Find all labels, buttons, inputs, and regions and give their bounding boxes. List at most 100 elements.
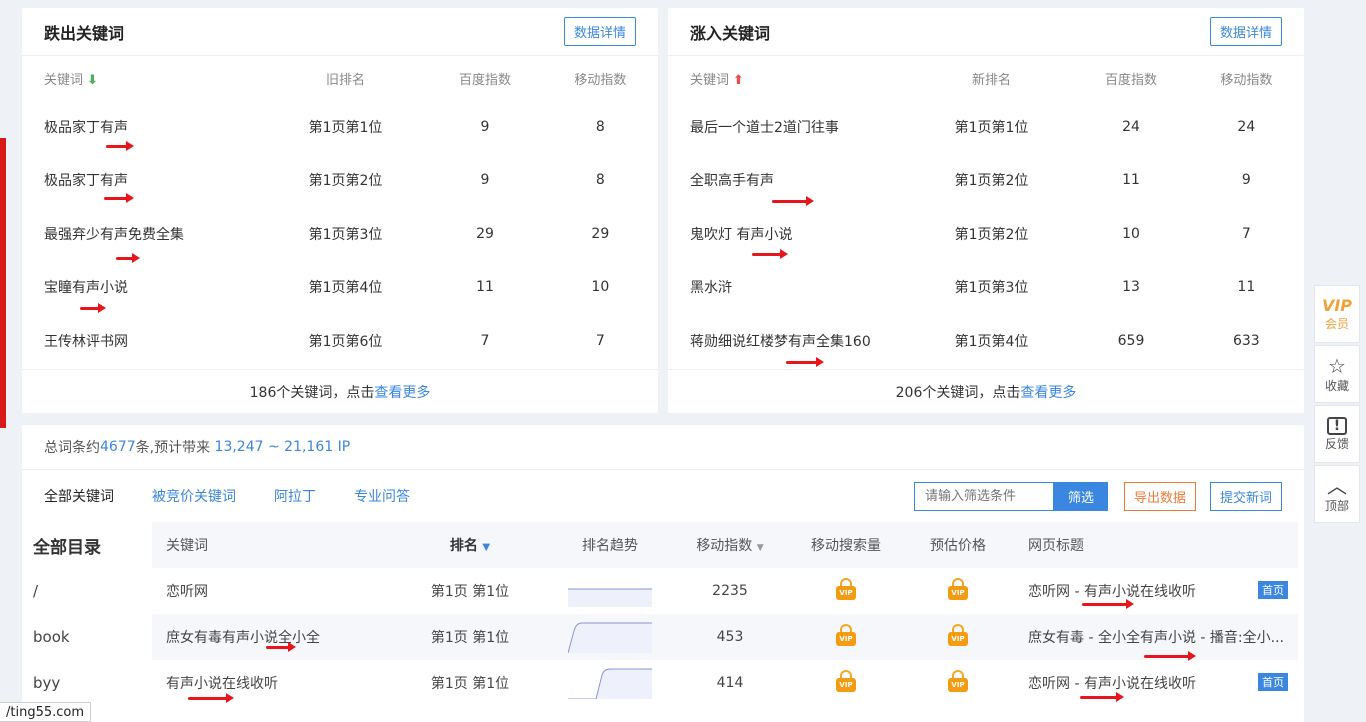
panel-title: 涨入关键词 xyxy=(690,23,771,43)
keyword-cell[interactable]: 王传林评书网 xyxy=(22,314,264,368)
page-title-cell[interactable]: 恋听网 - 有声小说在线收听 首页 xyxy=(1014,660,1298,706)
rank-link[interactable]: 第1页第4位 xyxy=(264,261,428,315)
rank-link[interactable]: 第1页第1位 xyxy=(264,100,428,154)
export-data-button[interactable]: 导出数据 xyxy=(1123,482,1196,511)
directory-item[interactable]: byy xyxy=(22,660,152,706)
panel-header: 跌出关键词 数据详情 xyxy=(22,8,658,56)
col-estimated-price: 预估价格 xyxy=(902,522,1014,568)
keyword-cell[interactable]: 蒋勋细说红楼梦有声全集160 xyxy=(668,314,910,368)
keyword-cell[interactable]: 最强弃少有声免费全集 xyxy=(22,207,264,261)
directory-title: 全部目录 xyxy=(33,537,101,558)
rank-link[interactable]: 第1页第2位 xyxy=(910,207,1074,261)
vip-lock-icon[interactable]: VIP xyxy=(790,568,902,614)
keyword-cell[interactable]: 庶女有毒有声小说全小全 xyxy=(152,614,390,660)
side-dock: VIP 会员 ☆ 收藏 ! 反馈 ︿ 顶部 xyxy=(1314,285,1360,525)
baidu-cell: 24 xyxy=(1122,118,1140,135)
annotation-arrow xyxy=(106,141,134,151)
vip-lock-icon[interactable]: VIP xyxy=(790,614,902,660)
keyword-cell[interactable]: 鬼吹灯 有声小说 xyxy=(668,207,910,261)
rank-link[interactable]: 第1页 第1位 xyxy=(390,660,550,706)
col-old-rank: 旧排名 xyxy=(326,72,366,88)
vip-member-button[interactable]: VIP 会员 xyxy=(1314,285,1360,343)
left-edge-banner xyxy=(0,138,6,428)
feedback-button[interactable]: ! 反馈 xyxy=(1314,405,1360,463)
filter-input[interactable] xyxy=(914,482,1054,511)
rank-trend-chart xyxy=(550,614,670,660)
rank-link[interactable]: 第1页第3位 xyxy=(264,207,428,261)
vip-lock-icon[interactable]: VIP xyxy=(902,660,1014,706)
keyword-cell[interactable]: 全职高手有声 xyxy=(668,154,910,208)
col-new-rank: 新排名 xyxy=(972,72,1012,88)
rank-link[interactable]: 第1页 第1位 xyxy=(390,614,550,660)
col-mobile-index[interactable]: 移动指数 ▼ xyxy=(670,522,790,568)
mobile-cell: 8 xyxy=(595,172,605,189)
data-detail-button[interactable]: 数据详情 xyxy=(1209,17,1282,46)
col-page-title: 网页标题 xyxy=(1014,522,1298,568)
ranking-section: 全部目录 / book byy 关键词 排名 ▼ 排名趋势 移动指数 ▼ 移动搜… xyxy=(22,522,1304,722)
rise-keyword-table: 关键词 ⬆ 新排名 百度指数 移动指数 最后一个道士2道门往事 第1页第1位 24… xyxy=(668,56,1304,368)
tab-aladdin[interactable]: 阿拉丁 xyxy=(274,486,316,506)
keyword-cell[interactable]: 极品家丁有声 xyxy=(22,154,264,208)
arrow-down-icon: ⬇ xyxy=(87,72,98,88)
directory-item[interactable]: book xyxy=(22,614,152,660)
rank-link[interactable]: 第1页第4位 xyxy=(910,314,1074,368)
page-title-cell[interactable]: 恋听网 - 有声小说在线收听 首页 xyxy=(1014,568,1298,614)
summary-middle: 条,预计带来 xyxy=(135,440,215,456)
directory-item[interactable]: / xyxy=(22,568,152,614)
annotation-arrow xyxy=(1080,692,1124,702)
ranking-table: 关键词 排名 ▼ 排名趋势 移动指数 ▼ 移动搜索量 预估价格 网页标题 恋听网… xyxy=(152,522,1298,706)
keyword-cell[interactable]: 恋听网 xyxy=(152,568,390,614)
baidu-cell: 11 xyxy=(476,279,494,296)
panel-title: 跌出关键词 xyxy=(44,23,125,43)
sort-icon[interactable]: ▼ xyxy=(757,543,764,553)
col-mobile-search: 移动搜索量 xyxy=(790,522,902,568)
rank-link[interactable]: 第1页第2位 xyxy=(910,154,1074,208)
tab-bid-keywords[interactable]: 被竞价关键词 xyxy=(152,486,236,506)
tab-all-keywords[interactable]: 全部关键词 xyxy=(44,486,114,506)
back-to-top-button[interactable]: ︿ 顶部 xyxy=(1314,465,1360,523)
col-keyword: 关键词 xyxy=(44,72,84,88)
mobile-cell: 10 xyxy=(591,279,610,296)
table-row: 宝瞳有声小说 第1页第4位 11 10 xyxy=(22,261,658,315)
footer-text: 186个关键词，点击 xyxy=(249,384,375,401)
rank-link[interactable]: 第1页第3位 xyxy=(910,261,1074,315)
mobile-cell: 633 xyxy=(1232,332,1260,349)
page-title-cell[interactable]: 庶女有毒 - 全小全有声小说 - 播音:全小... xyxy=(1014,614,1298,660)
summary-prefix: 总词条约 xyxy=(44,440,100,456)
baidu-cell: 9 xyxy=(480,118,490,135)
homepage-badge: 首页 xyxy=(1258,581,1288,599)
annotation-arrow xyxy=(104,193,134,203)
col-baidu-index: 百度指数 xyxy=(458,72,511,88)
favorite-button[interactable]: ☆ 收藏 xyxy=(1314,345,1360,403)
rank-link[interactable]: 第1页第2位 xyxy=(264,154,428,208)
tab-expert-qa[interactable]: 专业问答 xyxy=(354,486,410,506)
data-detail-button[interactable]: 数据详情 xyxy=(563,17,636,46)
rank-link[interactable]: 第1页第1位 xyxy=(910,100,1074,154)
annotation-arrow xyxy=(786,357,824,367)
panel-header: 涨入关键词 数据详情 xyxy=(668,8,1304,56)
vip-lock-icon[interactable]: VIP xyxy=(902,568,1014,614)
status-url: /ting55.com xyxy=(0,702,92,722)
keyword-cell[interactable]: 宝瞳有声小说 xyxy=(22,261,264,315)
filter-button[interactable]: 筛选 xyxy=(1054,482,1108,511)
rank-link[interactable]: 第1页 第1位 xyxy=(390,568,550,614)
annotation-arrow xyxy=(772,196,814,206)
submit-new-word-button[interactable]: 提交新词 xyxy=(1209,482,1282,511)
keyword-cell[interactable]: 黑水浒 xyxy=(668,261,910,315)
table-row: 最后一个道士2道门往事 第1页第1位 24 24 xyxy=(668,100,1304,154)
sort-down-icon[interactable]: ▼ xyxy=(482,542,490,553)
panel-footer: 186个关键词，点击 查看更多 xyxy=(22,369,658,413)
col-keyword: 关键词 xyxy=(690,72,730,88)
vip-lock-icon[interactable]: VIP xyxy=(902,614,1014,660)
col-keyword: 关键词 xyxy=(152,522,390,568)
directory-sidebar: 全部目录 / book byy xyxy=(22,522,152,722)
keyword-cell[interactable]: 极品家丁有声 xyxy=(22,100,264,154)
view-more-link[interactable]: 查看更多 xyxy=(1020,382,1076,402)
vip-lock-icon[interactable]: VIP xyxy=(790,660,902,706)
view-more-link[interactable]: 查看更多 xyxy=(374,382,430,402)
col-rank[interactable]: 排名 ▼ xyxy=(390,522,550,568)
keyword-cell[interactable]: 最后一个道士2道门往事 xyxy=(668,100,910,154)
rank-link[interactable]: 第1页第6位 xyxy=(264,314,428,368)
table-row: 有声小说在线收听 第1页 第1位 414 VIP VIP 恋听网 - 有声小说在… xyxy=(152,660,1298,706)
summary-line: 总词条约 4677 条,预计带来 13,247 ~ 21,161 IP xyxy=(22,425,1304,470)
